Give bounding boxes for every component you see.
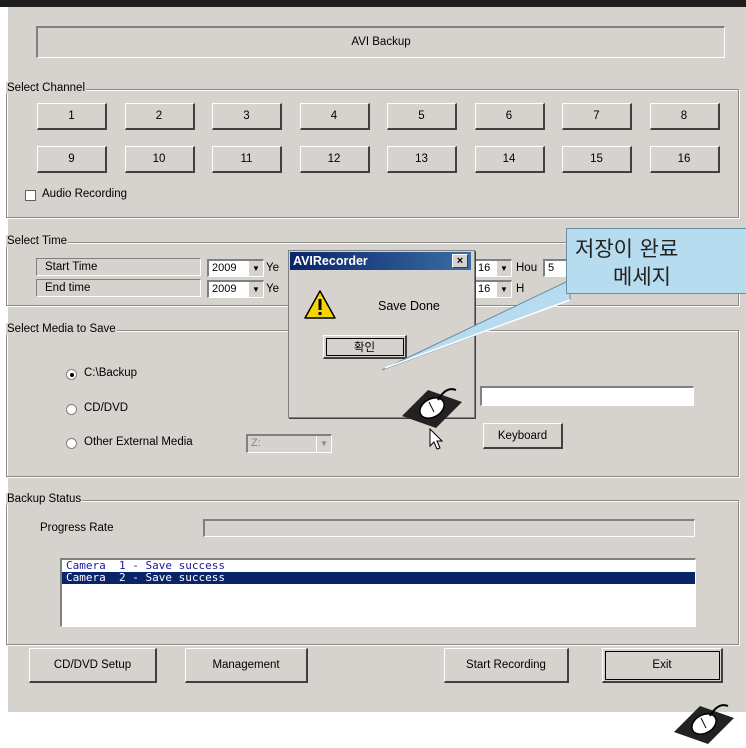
channel-button-3[interactable]: 3 xyxy=(212,103,282,130)
dialog-title-bar: AVIRecorder × xyxy=(290,252,471,270)
start-recording-button[interactable]: Start Recording xyxy=(444,648,569,683)
start-year-select[interactable]: 2009 ▼ xyxy=(207,259,264,277)
management-button[interactable]: Management xyxy=(185,648,308,683)
keyboard-button[interactable]: Keyboard xyxy=(483,423,563,449)
channel-button-1[interactable]: 1 xyxy=(37,103,107,130)
channel-button-11[interactable]: 11 xyxy=(212,146,282,173)
exit-button[interactable]: Exit xyxy=(602,648,723,683)
backup-log-list[interactable]: Camera 1 - Save success Camera 2 - Save s… xyxy=(60,558,696,627)
dialog-title: AVIRecorder xyxy=(293,254,368,268)
cursor-arrow-icon xyxy=(429,428,444,450)
progress-rate-label: Progress Rate xyxy=(40,522,114,534)
channel-button-7[interactable]: 7 xyxy=(562,103,632,130)
media-radio-external[interactable] xyxy=(66,438,77,449)
channel-button-16[interactable]: 16 xyxy=(649,146,720,173)
channel-button-15[interactable]: 15 xyxy=(562,146,632,173)
chevron-down-icon: ▼ xyxy=(316,436,331,452)
end-year-unit: Ye xyxy=(266,283,280,295)
chevron-down-icon: ▼ xyxy=(248,261,263,276)
channel-button-13[interactable]: 13 xyxy=(387,146,457,173)
channel-button-12[interactable]: 12 xyxy=(299,146,370,173)
warning-icon xyxy=(304,290,336,319)
top-strip xyxy=(0,0,746,7)
end-year-select[interactable]: 2009 ▼ xyxy=(207,280,264,298)
end-time-label: End time xyxy=(36,279,201,297)
mouse-click-icon xyxy=(402,388,462,428)
log-row[interactable]: Camera 2 - Save success xyxy=(62,572,695,584)
media-radio-backup[interactable] xyxy=(66,369,77,380)
callout-line-2: 메세지 xyxy=(613,265,671,289)
start-year-unit: Ye xyxy=(266,262,280,274)
callout-box: 저장이 완료 메세지 xyxy=(566,228,746,294)
end-year-value: 2009 xyxy=(212,283,237,295)
channel-button-2[interactable]: 2 xyxy=(124,103,195,130)
select-time-legend: Select Time xyxy=(6,235,69,247)
media-label-backup: C:\Backup xyxy=(84,367,138,379)
audio-recording-label: Audio Recording xyxy=(42,188,128,200)
select-media-legend: Select Media to Save xyxy=(6,323,117,335)
cd-dvd-setup-button[interactable]: CD/DVD Setup xyxy=(29,648,157,683)
select-channel-legend: Select Channel xyxy=(6,82,86,94)
channel-button-4[interactable]: 4 xyxy=(299,103,370,130)
mouse-click-icon xyxy=(674,704,734,744)
progress-bar xyxy=(203,519,695,537)
channel-button-10[interactable]: 10 xyxy=(124,146,195,173)
external-drive-select[interactable]: Z: ▼ xyxy=(246,434,332,453)
channel-button-5[interactable]: 5 xyxy=(387,103,457,130)
channel-button-14[interactable]: 14 xyxy=(474,146,545,173)
media-radio-cddvd[interactable] xyxy=(66,404,77,415)
start-year-value: 2009 xyxy=(212,262,237,274)
callout-line-1: 저장이 완료 xyxy=(575,237,679,261)
channel-button-9[interactable]: 9 xyxy=(37,146,107,173)
backup-status-legend: Backup Status xyxy=(6,493,83,505)
close-icon[interactable]: × xyxy=(452,254,468,268)
title-box: AVI Backup xyxy=(36,26,725,58)
audio-recording-checkbox[interactable] xyxy=(25,190,36,201)
start-time-label: Start Time xyxy=(36,258,201,276)
drive-value: Z: xyxy=(251,437,261,449)
window-title: AVI Backup xyxy=(351,36,411,48)
channel-button-6[interactable]: 6 xyxy=(474,103,545,130)
media-label-external: Other External Media xyxy=(84,436,193,448)
channel-button-8[interactable]: 8 xyxy=(649,103,720,130)
chevron-down-icon: ▼ xyxy=(248,282,263,297)
media-label-cddvd: CD/DVD xyxy=(84,402,129,414)
